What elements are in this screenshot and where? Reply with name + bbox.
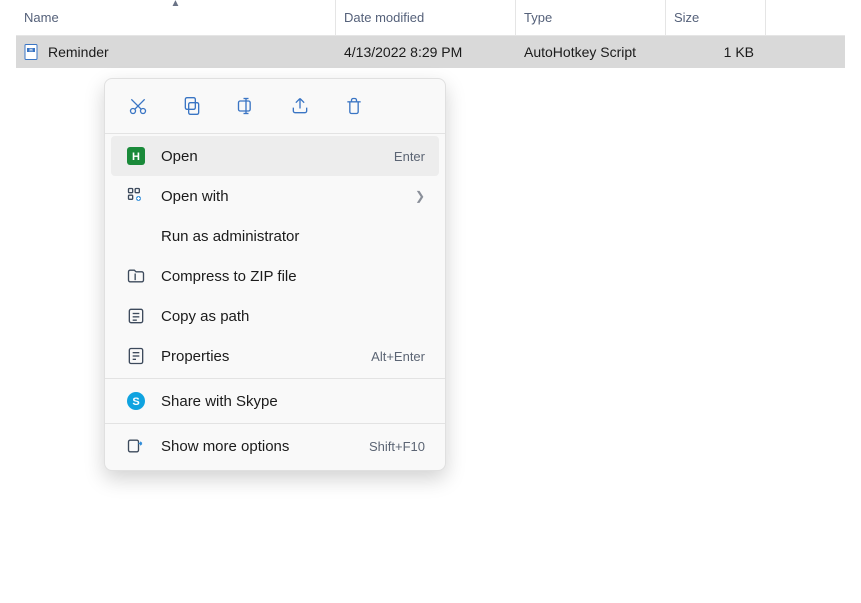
- copy-button[interactable]: [177, 91, 207, 121]
- menu-item-copy-as-path[interactable]: Copy as path: [111, 296, 439, 336]
- menu-item-run-as-admin[interactable]: Run as administrator: [111, 216, 439, 256]
- separator: [105, 423, 445, 424]
- menu-accelerator: Shift+F10: [369, 439, 425, 454]
- column-header-date[interactable]: Date modified: [336, 0, 516, 35]
- file-explorer-list: Name ▲ Date modified Type Size H Reminde…: [0, 0, 861, 68]
- scissors-icon: [128, 96, 148, 116]
- menu-item-show-more[interactable]: Show more options Shift+F10: [111, 426, 439, 466]
- file-date: 4/13/2022 8:29 PM: [344, 44, 462, 60]
- cut-button[interactable]: [123, 91, 153, 121]
- skype-icon: S: [125, 390, 147, 412]
- autohotkey-app-icon: H: [125, 145, 147, 167]
- separator: [105, 378, 445, 379]
- menu-label: Compress to ZIP file: [161, 268, 425, 285]
- column-label-name: Name: [24, 10, 59, 25]
- svg-text:H: H: [132, 151, 140, 163]
- sort-ascending-icon: ▲: [171, 0, 181, 9]
- open-with-icon: [125, 185, 147, 207]
- menu-item-properties[interactable]: Properties Alt+Enter: [111, 336, 439, 376]
- menu-accelerator: Alt+Enter: [371, 349, 425, 364]
- share-button[interactable]: [285, 91, 315, 121]
- share-icon: [290, 96, 310, 116]
- file-name: Reminder: [48, 44, 109, 60]
- copy-icon: [182, 96, 202, 116]
- menu-label: Open with: [161, 188, 401, 205]
- menu-label: Copy as path: [161, 308, 425, 325]
- svg-text:H: H: [29, 48, 32, 53]
- column-label-size: Size: [674, 10, 699, 25]
- menu-label: Run as administrator: [161, 228, 425, 245]
- blank-icon: [125, 225, 147, 247]
- menu-item-open[interactable]: H Open Enter: [111, 136, 439, 176]
- menu-item-open-with[interactable]: Open with ❯: [111, 176, 439, 216]
- rename-icon: [236, 96, 256, 116]
- file-type: AutoHotkey Script: [524, 44, 636, 60]
- menu-accelerator: Enter: [394, 149, 425, 164]
- column-header-name[interactable]: Name ▲: [16, 0, 336, 35]
- menu-item-share-skype[interactable]: S Share with Skype: [111, 381, 439, 421]
- column-header-row: Name ▲ Date modified Type Size: [16, 0, 845, 36]
- context-menu: H Open Enter Open with ❯ Run as administ…: [104, 78, 446, 471]
- show-more-icon: [125, 435, 147, 457]
- trash-icon: [344, 96, 364, 116]
- properties-icon: [125, 345, 147, 367]
- column-header-size[interactable]: Size: [666, 0, 766, 35]
- file-size: 1 KB: [724, 44, 754, 60]
- ahk-file-icon: H: [24, 44, 40, 60]
- svg-text:S: S: [132, 396, 139, 408]
- column-label-type: Type: [524, 10, 552, 25]
- menu-label: Properties: [161, 348, 357, 365]
- chevron-right-icon: ❯: [415, 189, 425, 203]
- menu-label: Share with Skype: [161, 393, 425, 410]
- menu-item-compress-zip[interactable]: Compress to ZIP file: [111, 256, 439, 296]
- column-label-date: Date modified: [344, 10, 424, 25]
- file-row[interactable]: H Reminder 4/13/2022 8:29 PM AutoHotkey …: [16, 36, 845, 68]
- rename-button[interactable]: [231, 91, 261, 121]
- quick-actions-row: [105, 83, 445, 131]
- zip-icon: [125, 265, 147, 287]
- separator: [105, 133, 445, 134]
- delete-button[interactable]: [339, 91, 369, 121]
- column-header-type[interactable]: Type: [516, 0, 666, 35]
- copy-path-icon: [125, 305, 147, 327]
- menu-label: Show more options: [161, 438, 355, 455]
- menu-label: Open: [161, 148, 380, 165]
